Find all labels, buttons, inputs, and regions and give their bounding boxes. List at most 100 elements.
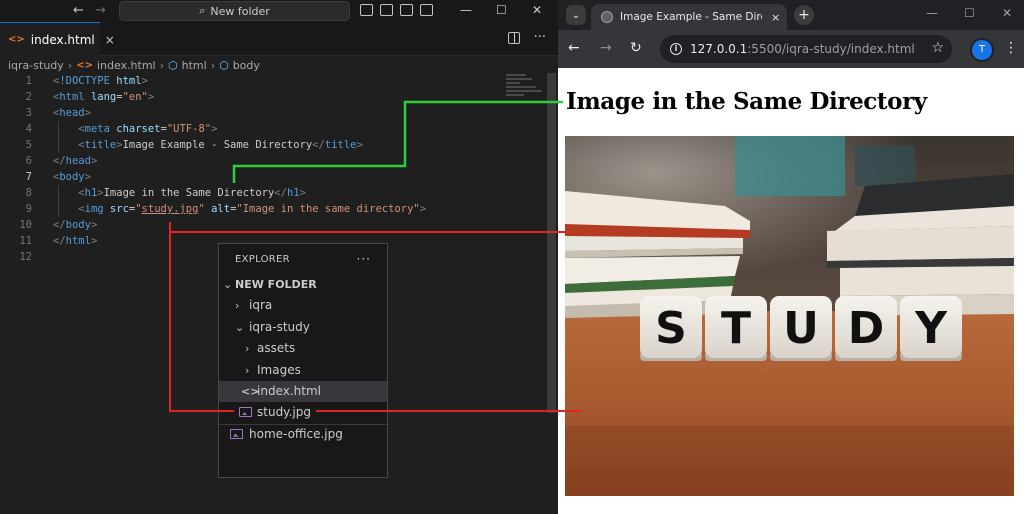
explorer-item[interactable]: study.jpg [219, 402, 387, 423]
breadcrumb-html[interactable]: html [182, 59, 207, 72]
maximize-icon[interactable]: ☐ [496, 3, 507, 17]
die-t: T [705, 296, 767, 361]
explorer-item[interactable]: home-office.jpg [219, 424, 387, 445]
close-window-icon[interactable]: ✕ [1002, 6, 1012, 20]
chevron-down-icon[interactable]: ⌄ [223, 274, 232, 295]
close-tab-icon[interactable]: × [771, 11, 780, 24]
profile-avatar[interactable]: T [972, 40, 992, 60]
back-arrow-icon[interactable]: ← [568, 40, 580, 56]
forward-arrow-icon[interactable]: → [95, 3, 106, 18]
url-host: 127.0.0.1 [690, 42, 748, 56]
breadcrumb-folder[interactable]: iqra-study [8, 59, 64, 72]
code-text: <meta charset="UTF-8"> [78, 123, 218, 135]
chevron-right-icon[interactable]: › [235, 295, 239, 316]
code-line[interactable]: 4 <meta charset="UTF-8"> [0, 121, 545, 137]
minimap[interactable] [506, 74, 546, 102]
code-area[interactable]: 1 <!DOCTYPE html> 2 <html lang="en"> 3 <head>… [0, 73, 545, 265]
die-letter: U [783, 303, 819, 354]
toggle-sidebar-icon[interactable] [360, 4, 373, 16]
code-line[interactable]: 10 </body> [0, 217, 545, 233]
workspace-name: New folder [210, 4, 270, 18]
tab-label: index.html [30, 32, 95, 47]
die-s: S [640, 296, 702, 361]
explorer-panel: EXPLORER ··· ⌄ NEW FOLDER › iqra ⌄ iqra-study… [218, 243, 388, 478]
editor-titlebar: ← → ⌕ New folder — ☐ ✕ [0, 0, 558, 22]
page-heading: Image in the Same Directory [566, 88, 927, 115]
code-line[interactable]: 5 <title>Image Example - Same Directory<… [0, 137, 545, 153]
chevron-right-icon[interactable]: › [245, 338, 249, 359]
explorer-item[interactable]: <> index.html [219, 380, 387, 403]
minimize-icon[interactable]: — [460, 3, 472, 17]
back-arrow-icon[interactable]: ← [73, 3, 84, 18]
separator [219, 423, 387, 425]
chevron-down-icon[interactable]: ⌄ [235, 317, 244, 338]
line-number: 9 [25, 203, 32, 215]
tab-search-chevron-icon[interactable]: ⌄ [566, 5, 586, 25]
new-tab-button[interactable]: + [794, 5, 814, 25]
forward-arrow-icon[interactable]: → [600, 40, 612, 56]
browser-menu-icon[interactable]: ⋮ [1004, 40, 1018, 56]
element-icon: ⬡ [168, 58, 178, 72]
reload-icon[interactable]: ↻ [630, 40, 642, 56]
site-info-icon[interactable]: i [670, 43, 682, 55]
explorer-item[interactable]: ⌄ NEW FOLDER [219, 274, 387, 295]
code-line[interactable]: 7 <body> [0, 169, 545, 185]
element-icon: ⬡ [219, 58, 229, 72]
close-tab-icon[interactable]: × [105, 33, 115, 47]
layout-controls [360, 4, 433, 16]
study-image: STUDY [565, 136, 1014, 496]
die-u: U [770, 296, 832, 361]
code-text: <img src="study.jpg" alt="Image in the s… [78, 203, 427, 215]
minimize-icon[interactable]: — [926, 6, 938, 20]
breadcrumb-file[interactable]: index.html [97, 59, 156, 72]
file-tree: ⌄ NEW FOLDER › iqra ⌄ iqra-study › assets › Image… [219, 274, 387, 445]
command-center-search[interactable]: ⌕ New folder [119, 1, 350, 21]
code-line[interactable]: 2 <html lang="en"> [0, 89, 545, 105]
explorer-item[interactable]: › iqra [219, 295, 387, 316]
browser-toolbar: ← → ↻ i 127.0.0.1:5500/iqra-study/index.… [558, 30, 1024, 68]
code-line[interactable]: 3 <head> [0, 105, 545, 121]
code-text: </html> [53, 235, 98, 247]
split-editor-icon[interactable] [507, 32, 520, 44]
image-file-icon [239, 407, 252, 418]
code-text: <html lang="en"> [53, 91, 155, 103]
code-line[interactable]: 6 </head> [0, 153, 545, 169]
chevron-right-icon[interactable]: › [245, 360, 249, 381]
die-letter: D [848, 303, 885, 354]
explorer-item-label: NEW FOLDER [235, 278, 317, 291]
explorer-item-label: index.html [257, 383, 321, 398]
line-number: 2 [25, 91, 32, 103]
breadcrumb-body[interactable]: body [233, 59, 260, 72]
more-actions-icon[interactable]: ··· [534, 30, 546, 45]
browser-window: ⌄ Image Example - Same Directory × + — ☐… [558, 0, 1024, 514]
close-window-icon[interactable]: ✕ [532, 3, 542, 17]
toggle-secondary-sidebar-icon[interactable] [400, 4, 413, 16]
explorer-header: EXPLORER ··· [219, 244, 387, 274]
code-line[interactable]: 9 <img src="study.jpg" alt="Image in the… [0, 201, 545, 217]
maximize-icon[interactable]: ☐ [964, 6, 975, 20]
explorer-item-label: study.jpg [257, 405, 311, 420]
browser-tab[interactable]: Image Example - Same Directory × [591, 4, 787, 30]
explorer-item[interactable]: › Images [219, 360, 387, 381]
code-text: </head> [53, 155, 98, 167]
toggle-panel-icon[interactable] [380, 4, 393, 16]
code-text: <title>Image Example - Same Directory</t… [78, 139, 363, 151]
explorer-item[interactable]: › assets [219, 338, 387, 359]
line-number: 1 [25, 75, 32, 87]
address-bar[interactable]: i 127.0.0.1:5500/iqra-study/index.html ☆ [660, 35, 952, 63]
more-actions-icon[interactable]: ··· [357, 252, 371, 266]
code-text: </body> [53, 219, 98, 231]
bookmark-star-icon[interactable]: ☆ [931, 40, 944, 56]
explorer-item[interactable]: ⌄ iqra-study [219, 317, 387, 338]
code-text: <body> [53, 171, 91, 183]
explorer-item-label: assets [257, 341, 296, 356]
explorer-item-label: iqra-study [249, 319, 310, 334]
tab-index-html[interactable]: <> index.html × [0, 22, 115, 56]
code-line[interactable]: 1 <!DOCTYPE html> [0, 73, 545, 89]
search-icon: ⌕ [199, 4, 206, 17]
code-line[interactable]: 8 <h1>Image in the Same Directory</h1> [0, 185, 545, 201]
browser-tabstrip: ⌄ Image Example - Same Directory × + — ☐… [558, 0, 1024, 30]
vertical-scrollbar[interactable] [547, 73, 556, 413]
html-file-icon: <> [8, 34, 25, 45]
customize-layout-icon[interactable] [420, 4, 433, 16]
